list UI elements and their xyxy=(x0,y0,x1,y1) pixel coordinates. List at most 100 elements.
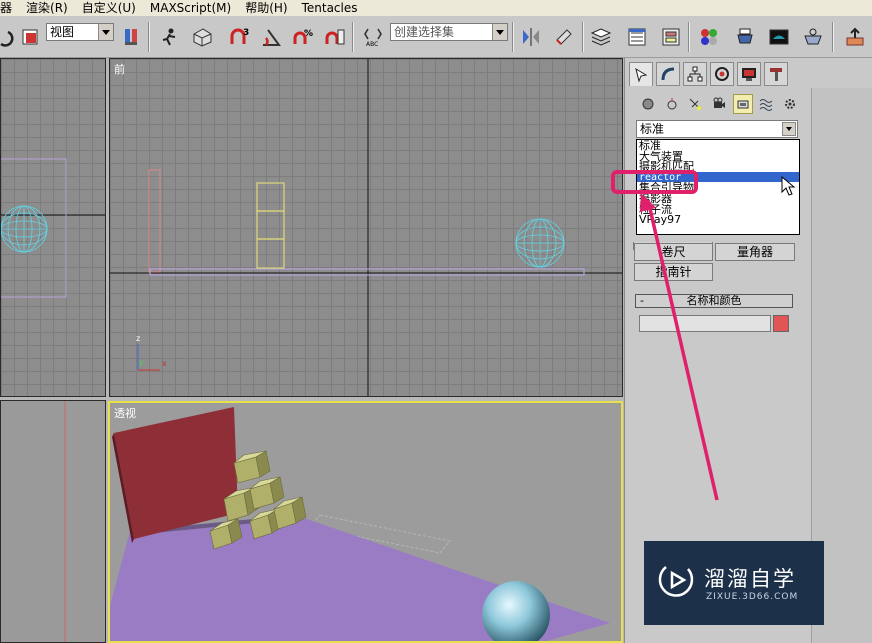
object-name-input[interactable] xyxy=(639,315,771,332)
name-color-rollout-header[interactable]: - 名称和颜色 xyxy=(635,294,793,308)
curve-editor-icon[interactable] xyxy=(624,24,650,50)
spacewarp-icon xyxy=(759,99,773,111)
toolbar-separator xyxy=(688,22,690,52)
toolbar-separator xyxy=(582,22,584,52)
dropdown-option[interactable]: 摄影器 xyxy=(637,193,799,205)
object-category-value: 标准 xyxy=(640,122,665,136)
menu-bar: 器 渲染(R) 自定义(U) MAXScript(M) 帮助(H) Tentac… xyxy=(0,0,872,16)
rollout-title: 名称和颜色 xyxy=(686,294,742,307)
tab-utilities[interactable] xyxy=(764,62,788,86)
tab-motion[interactable] xyxy=(710,62,734,86)
watermark-brand: 溜溜自学 xyxy=(704,567,796,591)
watermark-url: ZIXUE.3D66.COM xyxy=(706,592,799,602)
material-editor-icon[interactable] xyxy=(696,24,722,50)
chevron-down-icon[interactable] xyxy=(782,122,796,136)
reference-coordinate-value: 视图 xyxy=(50,25,75,39)
tab-hierarchy[interactable] xyxy=(683,62,707,86)
chevron-down-icon[interactable] xyxy=(492,24,507,40)
menu-customize[interactable]: 自定义(U) xyxy=(75,0,143,16)
display-icon xyxy=(742,68,756,81)
axis-x-label: x xyxy=(162,359,167,368)
dropdown-option[interactable]: VRay97 xyxy=(637,214,799,226)
render-setup-icon[interactable] xyxy=(732,24,758,50)
edit-named-selection-icon[interactable]: ABC xyxy=(360,24,386,50)
bottom-left-scene xyxy=(64,401,66,642)
select-region-icon[interactable] xyxy=(17,24,43,50)
rendered-frame-icon[interactable] xyxy=(766,24,792,50)
tape-measure-icon xyxy=(737,100,749,109)
sub-helpers[interactable] xyxy=(733,94,753,114)
light-icon xyxy=(689,98,701,110)
pivot-icon[interactable] xyxy=(118,24,144,50)
front-view-scene: z x y xyxy=(110,59,622,396)
toolbar-separator xyxy=(512,22,514,52)
bend-icon xyxy=(661,67,675,81)
protractor-button[interactable]: 量角器 xyxy=(715,243,795,261)
redo-icon[interactable] xyxy=(0,24,18,50)
angle-snap-icon[interactable] xyxy=(258,24,284,50)
tab-display[interactable] xyxy=(737,62,761,86)
sub-systems[interactable] xyxy=(780,94,800,114)
object-category-select[interactable]: 标准 xyxy=(636,120,798,138)
sphere-wireframe xyxy=(515,218,565,268)
axis-y-label: y xyxy=(139,358,144,367)
dropdown-option[interactable]: 摄影机匹配 xyxy=(637,161,799,173)
watermark-logo: 溜溜自学 ZIXUE.3D66.COM xyxy=(644,541,824,625)
layer-manager-icon[interactable] xyxy=(588,24,614,50)
hammer-icon xyxy=(770,68,782,81)
sub-shapes[interactable] xyxy=(662,94,682,114)
mouse-cursor-icon xyxy=(781,176,796,196)
axis-z-label: z xyxy=(136,334,140,343)
toolbar-separator xyxy=(352,22,354,52)
schematic-view-icon[interactable] xyxy=(658,24,684,50)
object-category-dropdown-list[interactable]: 标准 大气装置 摄影机匹配 reactor 集合引导物 摄影器 粒子流 VRay… xyxy=(636,139,800,235)
shapes-icon xyxy=(667,98,677,110)
menu-help[interactable]: 帮助(H) xyxy=(238,0,294,16)
align-icon[interactable] xyxy=(551,24,577,50)
viewport-left[interactable] xyxy=(0,58,106,397)
object-color-swatch[interactable] xyxy=(773,315,789,332)
tape-button[interactable]: 卷尺 xyxy=(634,243,713,261)
menu-maxscript[interactable]: MAXScript(M) xyxy=(143,0,238,16)
svg-text:ABC: ABC xyxy=(366,41,378,48)
cursor-star-icon xyxy=(635,67,648,83)
reactor-icon[interactable] xyxy=(842,24,868,50)
mirror-icon[interactable] xyxy=(518,24,544,50)
svg-text:%: % xyxy=(304,29,313,39)
keyboard-shortcut-icon[interactable] xyxy=(189,24,215,50)
chevron-down-icon[interactable] xyxy=(98,24,113,40)
menu-render[interactable]: 渲染(R) xyxy=(19,0,75,16)
dropdown-option[interactable]: 标准 xyxy=(637,140,799,151)
compass-button[interactable]: 指南针 xyxy=(634,263,713,281)
viewport-perspective[interactable]: 透视 xyxy=(108,401,623,643)
sub-geometry[interactable] xyxy=(638,94,658,114)
spinner-snap-icon[interactable] xyxy=(322,24,348,50)
camera-icon xyxy=(713,97,725,108)
snap-3-icon[interactable]: 3 xyxy=(226,24,252,50)
gear-icon xyxy=(785,99,795,109)
perspective-scene xyxy=(110,407,610,641)
tab-create[interactable] xyxy=(629,62,653,86)
sub-spacewarps[interactable] xyxy=(756,94,776,114)
viewport-front[interactable]: 前 z x y xyxy=(109,58,623,397)
reference-coordinate-select[interactable]: 视图 xyxy=(46,23,114,41)
sub-lights[interactable] xyxy=(685,94,705,114)
svg-text:3: 3 xyxy=(243,28,249,38)
quick-render-icon[interactable] xyxy=(800,24,826,50)
named-selection-set-value: 创建选择集 xyxy=(394,25,455,39)
left-view-scene xyxy=(1,158,105,298)
sphere-wireframe xyxy=(1,205,48,253)
menu-tentacles[interactable]: Tentacles xyxy=(295,0,365,16)
viewport-bottom-left[interactable] xyxy=(0,400,106,643)
select-manipulate-icon[interactable] xyxy=(156,24,182,50)
tab-modify[interactable] xyxy=(656,62,680,86)
main-toolbar: 视图 3 % ABC 创建选择集 xyxy=(0,16,872,58)
play-logo-icon xyxy=(658,566,694,597)
motion-icon xyxy=(715,67,729,81)
named-selection-set-select[interactable]: 创建选择集 xyxy=(390,23,508,41)
axis-tripod: z x y xyxy=(136,334,167,371)
sub-cameras[interactable] xyxy=(709,94,729,114)
percent-snap-icon[interactable]: % xyxy=(290,24,316,50)
menu-group[interactable]: 器 xyxy=(0,0,19,16)
toolbar-separator xyxy=(148,22,150,52)
